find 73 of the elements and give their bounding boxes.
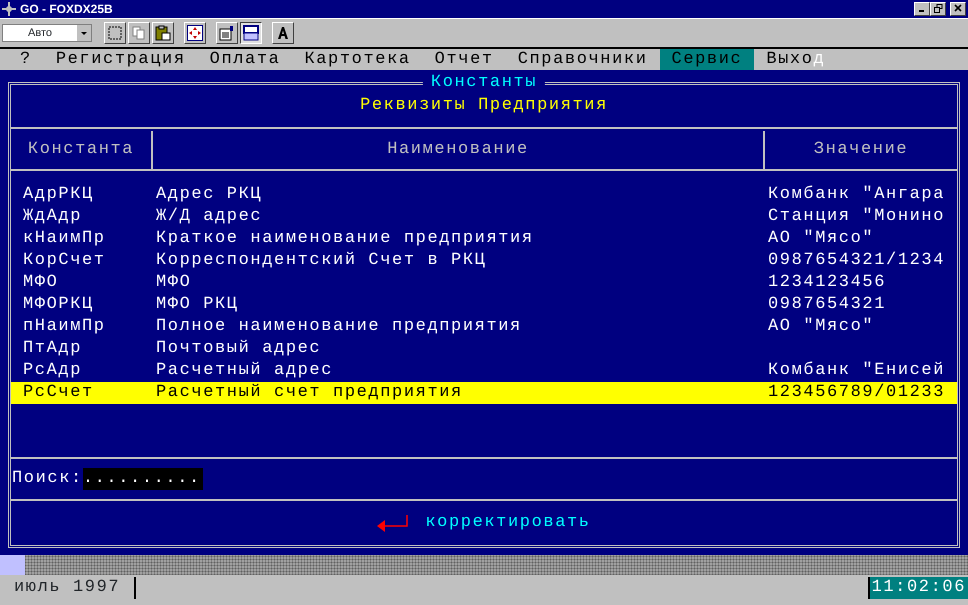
column-header: Константа — [26, 139, 136, 161]
table-cell-text: МФО — [156, 272, 192, 294]
table-cell-text: ПтАдр — [23, 338, 84, 360]
table-cell-text: МФО РКЦ — [156, 294, 240, 316]
column-header: Наименование — [151, 131, 763, 169]
table-row[interactable]: АдрРКЦ Адрес РКЦ Комбанк "Ангара — [11, 184, 957, 206]
menu-item[interactable]: Картотека — [292, 49, 423, 70]
font-icon[interactable] — [272, 22, 294, 44]
search-label: Поиск: — [12, 468, 83, 490]
table-cell-text: МФОРКЦ — [23, 294, 95, 316]
table-row[interactable]: ЖдАдр Ж/Д адрес Станция "Монино — [11, 206, 957, 228]
table-cell-text: Комбанк "Ангара — [768, 184, 946, 206]
dialog-subtitle: Реквизиты Предприятия — [11, 85, 957, 129]
column-header: Значение — [763, 131, 957, 169]
table-cell-text: пНаимПр — [23, 316, 107, 338]
paste-icon[interactable] — [152, 22, 174, 44]
minimize-button[interactable] — [914, 2, 930, 16]
table-cell-text: ЖдАдр — [23, 206, 84, 228]
restore-icon — [934, 4, 942, 13]
window-icon[interactable] — [240, 22, 262, 44]
status-time: 11:02:06 — [868, 576, 968, 598]
fullscreen-icon[interactable] — [184, 22, 206, 44]
edit-button[interactable]: корректировать — [425, 512, 591, 534]
scroll-thumb[interactable] — [0, 555, 25, 575]
table-cell-text: 1234123456 — [768, 272, 888, 294]
table-cell-text: Адрес РКЦ — [156, 184, 264, 206]
properties-icon[interactable] — [216, 22, 238, 44]
table-row[interactable]: РсАдр Расчетный адрес Комбанк "Енисей — [11, 360, 957, 382]
table-cell-text: РсСчет — [23, 382, 95, 404]
copy-icon[interactable] — [128, 22, 150, 44]
select-icon[interactable] — [104, 22, 126, 44]
menu-item[interactable]: Сервис — [660, 49, 754, 70]
table-cell-text: Почтовый адрес — [156, 338, 322, 360]
table-cell-text: РсАдр — [23, 360, 84, 382]
table-cell-text: 123456789/01233 — [768, 382, 946, 404]
table-row[interactable]: МФОРКЦ МФО РКЦ 0987654321 — [11, 294, 957, 316]
table-cell-text: Комбанк "Енисей — [768, 360, 946, 382]
table-row[interactable]: МФО МФО 1234123456 — [11, 272, 957, 294]
table-cell-text: АдрРКЦ — [23, 184, 95, 206]
table-row[interactable]: КорСчет Корреспондентский Счет в РКЦ 0987654321/1234 — [11, 250, 957, 272]
table-cell-text: КорСчет — [23, 250, 107, 272]
menu-item[interactable]: ? — [8, 49, 44, 70]
table-cell-text: Корреспондентский Счет в РКЦ — [156, 250, 488, 272]
menu-item[interactable]: Справочники — [506, 49, 660, 70]
table-row[interactable]: ПтАдр Почтовый адрес — [11, 338, 957, 360]
table-cell-text: АО "Мясо" — [768, 316, 876, 338]
table-cell-text: Полное наименование предприятия — [156, 316, 523, 338]
restore-button[interactable] — [930, 2, 946, 16]
font-size-combo[interactable]: Авто — [2, 24, 92, 42]
menu-item[interactable]: Регистрация — [44, 49, 198, 70]
close-icon — [954, 4, 962, 12]
table-cell-text: Станция "Монино — [768, 206, 946, 228]
table-cell-text: 0987654321/1234 — [768, 250, 946, 272]
table-cell-text: Расчетный адрес — [156, 360, 334, 382]
close-button[interactable] — [950, 2, 966, 16]
enter-arrow-icon — [377, 514, 410, 532]
table-cell-text: Краткое наименование предприятия — [156, 228, 535, 250]
table-cell-text: Ж/Д адрес — [156, 206, 264, 228]
app-icon — [2, 2, 16, 16]
menu-item[interactable]: Отчет — [422, 49, 506, 70]
table-row[interactable]: кНаимПр Краткое наименование предприятия АО "Мясо" — [11, 228, 957, 250]
menu-item[interactable]: Оплата — [198, 49, 292, 70]
table-row[interactable]: пНаимПр Полное наименование предприятия АО "Мясо" — [11, 316, 957, 338]
window-title: GO - FOXDX25B — [20, 2, 113, 16]
table-row[interactable]: РсСчет Расчетный счет предприятия 123456789/01233 — [11, 382, 957, 404]
menu-item[interactable]: Выход — [754, 49, 838, 70]
status-date: июль 1997 — [0, 576, 136, 598]
table-cell-text: МФО — [23, 272, 60, 294]
table-cell-text: АО "Мясо" — [768, 228, 876, 250]
search-field[interactable]: .......... — [82, 468, 203, 490]
table-cell-text: 0987654321 — [768, 294, 888, 316]
table-cell-text: Расчетный счет предприятия — [156, 382, 464, 404]
table-cell-text: кНаимПр — [23, 228, 107, 250]
